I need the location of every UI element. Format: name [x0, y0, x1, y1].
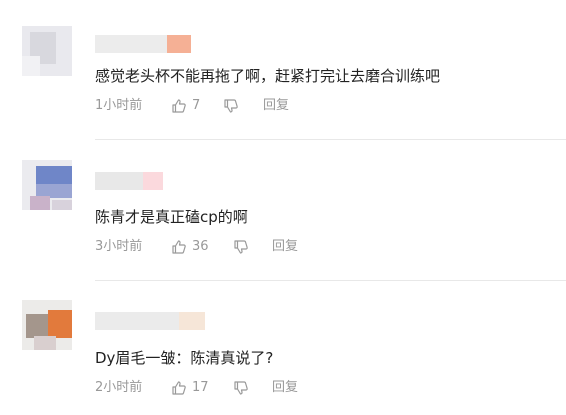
- comment-text: 感觉老头杯不能再拖了啊，赶紧打完让去磨合训练吧: [95, 67, 441, 85]
- thumbs-up-icon[interactable]: [171, 239, 187, 255]
- comment-text: 陈青才是真正磕cp的啊: [95, 208, 248, 226]
- like-count: 36: [192, 239, 209, 254]
- avatar[interactable]: [22, 300, 72, 350]
- username-blurred[interactable]: [95, 172, 165, 190]
- thumbs-up-icon[interactable]: [171, 98, 187, 114]
- username-blurred[interactable]: [95, 35, 195, 53]
- divider: [95, 139, 566, 140]
- reply-button[interactable]: 回复: [272, 378, 298, 398]
- like-count: 7: [192, 98, 201, 113]
- comment-text: Dy眉毛一皱：陈清真说了?: [95, 349, 274, 367]
- thumbs-down-icon[interactable]: [233, 380, 249, 396]
- like-count: 17: [192, 380, 209, 395]
- thumbs-up-icon[interactable]: [171, 380, 187, 396]
- timestamp: 3小时前: [95, 239, 143, 254]
- username-blurred[interactable]: [95, 312, 207, 330]
- reply-button[interactable]: 回复: [263, 96, 289, 116]
- divider: [95, 280, 566, 281]
- avatar[interactable]: [22, 26, 72, 76]
- timestamp: 1小时前: [95, 98, 143, 113]
- thumbs-down-icon[interactable]: [223, 98, 239, 114]
- timestamp: 2小时前: [95, 380, 143, 395]
- thumbs-down-icon[interactable]: [233, 239, 249, 255]
- avatar[interactable]: [22, 160, 72, 210]
- reply-button[interactable]: 回复: [272, 237, 298, 257]
